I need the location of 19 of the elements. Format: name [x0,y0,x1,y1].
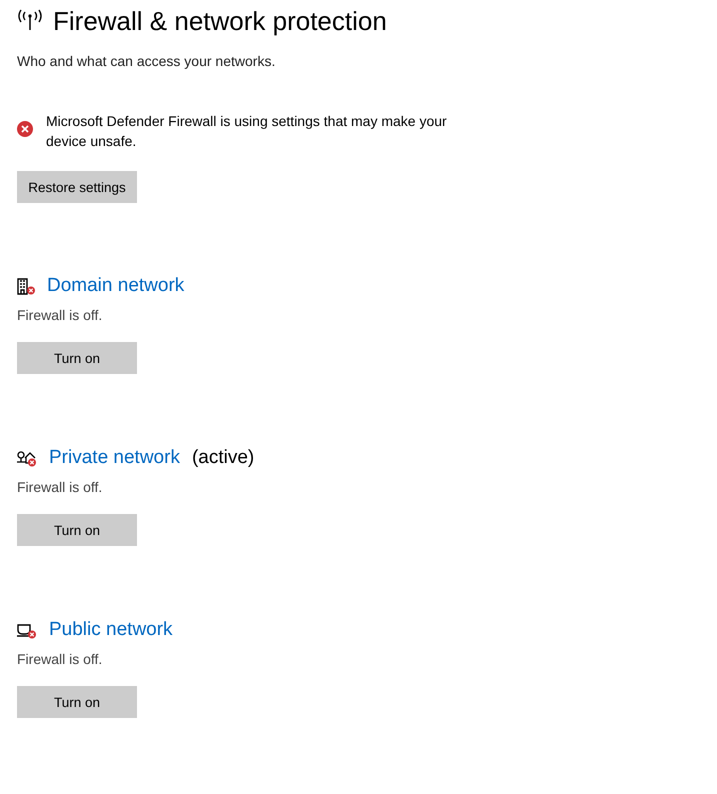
firewall-status: Firewall is off. [17,651,104,667]
turn-on-button[interactable]: Turn on [17,342,137,374]
network-link[interactable]: Public network [49,619,173,641]
alert-message: Microsoft Defender Firewall is using settings that may make your device unsafe. [46,112,448,151]
antenna-icon [17,9,43,31]
network-link[interactable]: Domain network [47,275,184,297]
firewall-status: Firewall is off. [17,479,104,495]
network-link[interactable]: Private network [49,447,180,469]
building-icon [17,278,35,294]
error-icon [17,121,33,137]
house-icon [17,450,37,466]
turn-on-button[interactable]: Turn on [17,514,137,546]
firewall-status: Firewall is off. [17,307,104,323]
active-label: (active) [192,447,254,469]
page-subtitle: Who and what can access your networks. [17,53,276,69]
page-title: Firewall & network protection [53,5,387,38]
coffee-cup-icon [17,622,37,638]
restore-settings-button[interactable]: Restore settings [17,171,137,203]
turn-on-button[interactable]: Turn on [17,686,137,718]
